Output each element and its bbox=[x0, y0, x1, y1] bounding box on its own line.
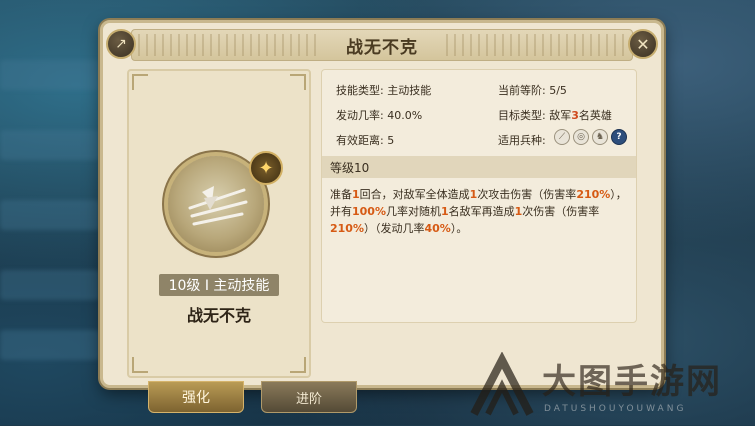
current-level-value: 5/5 bbox=[549, 84, 567, 97]
question-icon[interactable]: ? bbox=[611, 129, 627, 145]
spear-icon[interactable]: ⟋ bbox=[554, 129, 570, 145]
current-level-row: 当前等阶: 5/5 bbox=[498, 82, 567, 98]
background-blur bbox=[0, 270, 100, 300]
description-highlight: 210% bbox=[576, 188, 611, 201]
tab-enhance[interactable]: 强化 bbox=[148, 381, 244, 413]
title-pattern bbox=[138, 34, 318, 56]
background-blur bbox=[0, 330, 100, 360]
description-text: 次伤害（伤害率 bbox=[522, 205, 600, 218]
target-type-suffix: 名英雄 bbox=[578, 109, 612, 122]
skill-level-badge: 10级 I 主动技能 bbox=[159, 274, 279, 296]
title-pattern bbox=[446, 34, 626, 56]
current-level-label: 当前等阶: bbox=[498, 84, 546, 97]
description-text: 名敌军再造成 bbox=[448, 205, 515, 218]
troop-icons: ⟋ ◎ ♞ ? bbox=[554, 129, 627, 145]
watermark-subtitle: DATUSHOUYOUWANG bbox=[544, 404, 687, 414]
trigger-rate-row: 发动几率: 40.0% bbox=[336, 107, 422, 123]
background-blur bbox=[0, 60, 100, 90]
description-text: 回合，对敌军全体造成 bbox=[359, 188, 470, 201]
shield-icon[interactable]: ◎ bbox=[573, 129, 589, 145]
background-blur bbox=[0, 200, 100, 230]
description-text: 几率对随机 bbox=[385, 205, 441, 218]
star-icon: ✦ bbox=[249, 151, 283, 185]
target-type-label: 目标类型: bbox=[498, 109, 546, 122]
description-text: ）。 bbox=[450, 222, 468, 235]
dialog-title: 战无不克 bbox=[346, 37, 418, 58]
close-button[interactable]: ✕ bbox=[628, 29, 658, 59]
tab-advance[interactable]: 进阶 bbox=[261, 381, 357, 413]
skill-type-row: 技能类型: 主动技能 bbox=[336, 82, 431, 98]
skill-type-value: 主动技能 bbox=[387, 84, 432, 97]
troop-type-row: 适用兵种: bbox=[498, 132, 546, 148]
troop-type-label: 适用兵种: bbox=[498, 134, 546, 147]
share-button[interactable]: ↗ bbox=[106, 29, 136, 59]
skill-description: 准备1回合，对敌军全体造成1次攻击伤害（伤害率210%），并有100%几率对随机… bbox=[330, 186, 630, 237]
description-text: 次攻击伤害（伤害率 bbox=[477, 188, 577, 201]
background-blur bbox=[0, 130, 100, 160]
skill-type-label: 技能类型: bbox=[336, 84, 384, 97]
range-label: 有效距离: bbox=[336, 134, 384, 147]
description-highlight: 40% bbox=[424, 222, 451, 235]
watermark-title: 大图手游网 bbox=[542, 362, 722, 402]
range-value: 5 bbox=[387, 134, 395, 147]
watermark: 大图手游网 DATUSHOUYOUWANG bbox=[468, 351, 720, 426]
description-highlight: 1 bbox=[440, 205, 449, 218]
horse-icon[interactable]: ♞ bbox=[592, 129, 608, 145]
target-type-row: 目标类型: 敌军3名英雄 bbox=[498, 107, 612, 123]
skill-name: 战无不克 bbox=[186, 306, 251, 325]
description-highlight: 1 bbox=[352, 188, 360, 201]
target-count: 3 bbox=[571, 109, 579, 122]
target-type-value: 敌军 bbox=[549, 109, 572, 122]
close-icon: ✕ bbox=[636, 34, 650, 54]
skill-dialog: 战无不克 ↗ ✕ ✦ 10级 I 主动技能 战无不克 技能类型: 主动技能 当前… bbox=[100, 20, 664, 413]
share-icon: ↗ bbox=[115, 36, 127, 52]
trigger-rate-label: 发动几率: bbox=[336, 109, 384, 122]
trigger-rate-value: 40.0% bbox=[387, 109, 423, 122]
watermark-logo-icon bbox=[470, 351, 534, 416]
description-highlight: 210% bbox=[330, 222, 364, 235]
skill-card: ✦ 10级 I 主动技能 战无不克 bbox=[127, 69, 311, 378]
description-highlight: 100% bbox=[352, 205, 386, 218]
skill-info-panel: 技能类型: 主动技能 当前等阶: 5/5 发动几率: 40.0% 目标类型: 敌… bbox=[321, 69, 637, 323]
range-row: 有效距离: 5 bbox=[336, 132, 394, 148]
level-header: 等级10 bbox=[322, 156, 636, 178]
description-text: 准备 bbox=[330, 188, 352, 201]
description-text: ）（发动几率 bbox=[363, 222, 425, 235]
dialog-titlebar: 战无不克 bbox=[131, 29, 633, 61]
